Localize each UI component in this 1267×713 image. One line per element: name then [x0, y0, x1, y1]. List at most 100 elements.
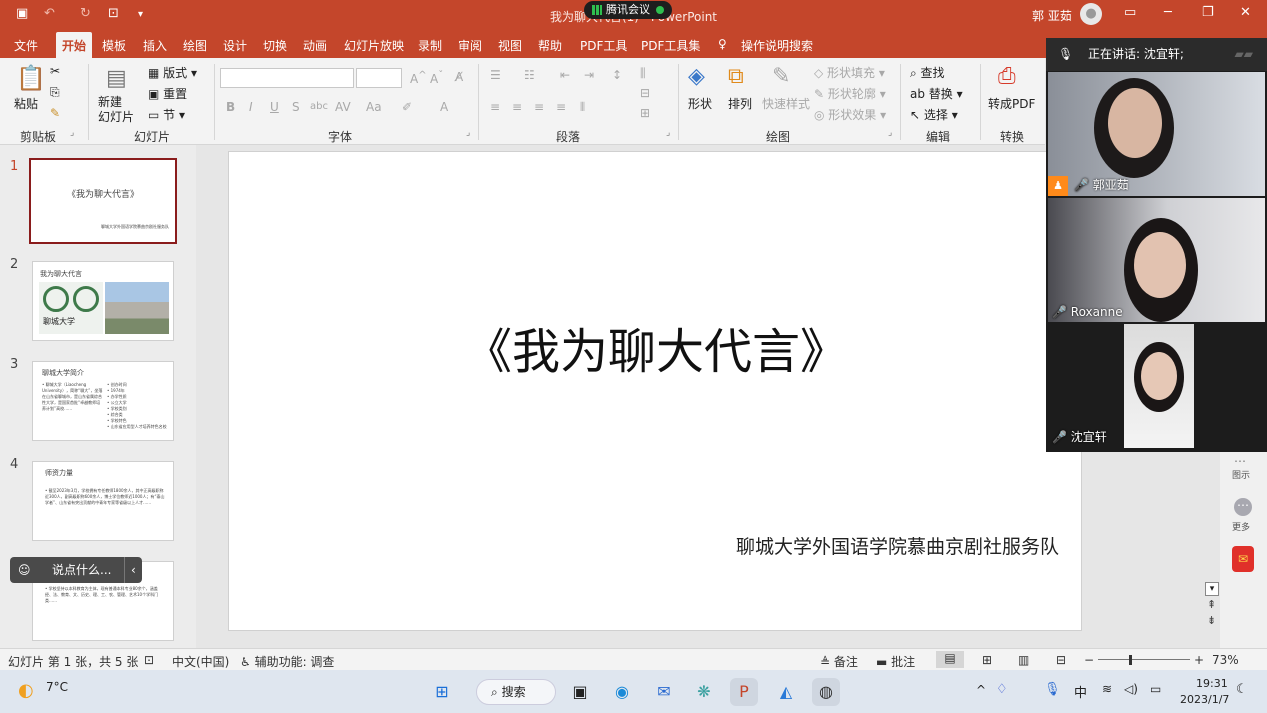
copy-icon[interactable]: ⎘ — [50, 85, 60, 100]
ime-indicator[interactable]: 中 — [1074, 682, 1087, 701]
slide-scrollbar[interactable]: ▾ ⇞ ⇟ — [1205, 580, 1219, 648]
ribbon-display-icon[interactable]: ▭ — [1124, 5, 1136, 20]
shape-outline-button[interactable]: ✎ 形状轮廓 ▾ — [814, 85, 886, 102]
powerpoint-icon[interactable]: P — [730, 678, 758, 706]
tab-transitions[interactable]: 切换 — [263, 37, 287, 54]
slide-thumbnail-1[interactable]: 《我为聊大代言》 聊城大学外国语学院慕曲京剧社服务队 — [29, 158, 177, 244]
tab-slideshow[interactable]: 幻灯片放映 — [344, 37, 404, 54]
quick-styles-button[interactable]: 快速样式 — [762, 95, 810, 112]
tab-animations[interactable]: 动画 — [303, 37, 327, 54]
zoom-out-icon[interactable]: − — [1084, 653, 1094, 667]
align-right-icon[interactable]: ≡ — [534, 100, 544, 114]
video-tile[interactable]: ♟ 🎤 郭亚茹 — [1048, 72, 1265, 196]
drawing-launcher-icon[interactable]: ⌟ — [888, 128, 892, 138]
tab-review[interactable]: 审阅 — [458, 37, 482, 54]
close-icon[interactable]: ✕ — [1240, 5, 1251, 20]
increase-indent-icon[interactable]: ⇥ — [584, 68, 594, 82]
decrease-indent-icon[interactable]: ⇤ — [560, 68, 570, 82]
slide-title[interactable]: 《我为聊大代言》 — [229, 312, 1083, 382]
zoom-slider[interactable] — [1098, 659, 1190, 660]
cut-icon[interactable]: ✂ — [50, 64, 60, 78]
red-packet-icon[interactable]: ✉ — [1232, 546, 1254, 572]
find-button[interactable]: ⌕ 查找 — [910, 64, 945, 81]
bold-icon[interactable]: B — [226, 100, 235, 114]
arrange-icon[interactable]: ⧉ — [728, 64, 744, 89]
battery-icon[interactable]: ▭ — [1150, 682, 1161, 696]
slideshow-icon[interactable]: ⊟ — [1056, 653, 1066, 667]
slide-subtitle[interactable]: 聊城大学外国语学院慕曲京剧社服务队 — [736, 532, 1059, 559]
char-spacing-icon[interactable]: AV — [335, 100, 351, 114]
app-window-icon[interactable]: ◍ — [812, 678, 840, 706]
slide-thumbnail-2[interactable]: 我为聊大代言 聊城大学 — [32, 261, 174, 341]
notification-icon[interactable]: ☾ — [1236, 682, 1248, 697]
slide-thumbnail-3[interactable]: 聊城大学简介 • 聊城大学（Liaocheng University），简称“聊… — [32, 361, 174, 441]
shadow-icon[interactable]: S — [292, 100, 300, 114]
section-button[interactable]: ▭ 节 ▾ — [148, 106, 185, 123]
paste-button[interactable]: 粘贴 — [14, 95, 38, 112]
reading-view-icon[interactable]: ▥ — [1018, 653, 1029, 667]
tell-me-search[interactable]: 操作说明搜索 — [741, 37, 813, 54]
taskbar-search[interactable]: ⌕ 搜索 — [476, 679, 556, 705]
collapse-icon[interactable]: ‹ — [124, 557, 136, 583]
view-icon[interactable]: ⋯ — [1234, 454, 1246, 468]
task-view-icon[interactable]: ▣ — [566, 678, 594, 706]
align-left-icon[interactable]: ≡ — [490, 100, 500, 114]
language-status[interactable]: 中文(中国) — [172, 653, 229, 670]
scroll-down-icon[interactable]: ▾ — [1205, 582, 1219, 596]
shape-fill-button[interactable]: ◇ 形状填充 ▾ — [814, 64, 885, 81]
clock-date[interactable]: 2023/1/7 — [1180, 693, 1229, 706]
shapes-button[interactable]: 形状 — [688, 95, 712, 112]
align-center-icon[interactable]: ≡ — [512, 100, 522, 114]
shape-effects-button[interactable]: ◎ 形状效果 ▾ — [814, 106, 886, 123]
quick-styles-icon[interactable]: ✎ — [772, 64, 790, 89]
font-size-dropdown[interactable] — [356, 68, 402, 88]
tab-pdf-toolset[interactable]: PDF工具集 — [641, 37, 700, 54]
tencent-meeting-icon[interactable]: ◭ — [772, 678, 800, 706]
weather-icon[interactable]: ◐ — [18, 680, 34, 701]
danmaku-input[interactable]: ☺ 说点什么... ‹ — [10, 557, 142, 583]
avatar-icon[interactable]: ● — [1080, 3, 1102, 25]
font-launcher-icon[interactable]: ⌟ — [466, 128, 470, 138]
comments-button[interactable]: ▬ 批注 — [876, 653, 915, 670]
clipboard-launcher-icon[interactable]: ⌟ — [70, 128, 74, 138]
font-color-icon[interactable]: A — [440, 100, 448, 114]
numbering-icon[interactable]: ☷ — [524, 68, 535, 82]
bullets-icon[interactable]: ☰ — [490, 68, 501, 82]
tab-template[interactable]: 模板 — [102, 37, 126, 54]
start-icon[interactable]: ⊞ — [428, 678, 456, 706]
minimize-icon[interactable]: ─ — [1164, 5, 1172, 20]
new-slide-icon[interactable]: ▤ — [106, 66, 127, 91]
more-label[interactable]: 更多 — [1232, 520, 1250, 533]
tab-file[interactable]: 文件 — [14, 37, 38, 54]
tray-expand-icon[interactable]: ^ — [976, 683, 986, 697]
zoom-in-icon[interactable]: + — [1194, 653, 1204, 667]
highlight-icon[interactable]: ✐ — [402, 100, 412, 114]
decrease-font-icon[interactable]: Aˇ — [430, 70, 443, 86]
spellcheck-icon[interactable]: ⊡ — [144, 653, 154, 667]
columns-icon[interactable]: ⫴ — [580, 100, 585, 115]
tab-draw[interactable]: 绘图 — [183, 37, 207, 54]
convert-pdf-button[interactable]: 转成PDF — [988, 95, 1035, 112]
line-spacing-icon[interactable]: ↕ — [612, 68, 622, 82]
more-icon[interactable]: ⋯ — [1234, 498, 1252, 516]
slide-sorter-icon[interactable]: ⊞ — [982, 653, 992, 667]
paragraph-launcher-icon[interactable]: ⌟ — [666, 128, 670, 138]
video-tile[interactable]: 🎤 沈宜轩 — [1048, 324, 1265, 448]
slide-canvas[interactable]: 《我为聊大代言》 聊城大学外国语学院慕曲京剧社服务队 — [228, 151, 1082, 631]
tab-record[interactable]: 录制 — [418, 37, 442, 54]
clear-format-icon[interactable]: A̸ — [455, 70, 463, 84]
tab-insert[interactable]: 插入 — [143, 37, 167, 54]
wifi-icon[interactable]: ≋ — [1102, 682, 1112, 696]
zoom-thumb[interactable] — [1129, 655, 1132, 665]
notes-button[interactable]: ≜ 备注 — [820, 653, 858, 670]
security-icon[interactable]: ♢ — [996, 682, 1008, 697]
tab-design[interactable]: 设计 — [223, 37, 247, 54]
text-direction-icon[interactable]: ⫼ — [640, 66, 646, 81]
slide-thumbnail-4[interactable]: 师资力量 • 截至2023年3月，学校拥有专任教师1800余人，其中正高级职称近… — [32, 461, 174, 541]
arrange-button[interactable]: 排列 — [728, 95, 752, 112]
new-slide-button[interactable]: 新建 幻灯片 — [98, 95, 134, 125]
shapes-icon[interactable]: ◈ — [688, 64, 705, 89]
underline-icon[interactable]: U — [270, 100, 279, 114]
volume-icon[interactable]: ◁) — [1124, 682, 1138, 696]
weather-temp[interactable]: 7°C — [46, 680, 68, 694]
